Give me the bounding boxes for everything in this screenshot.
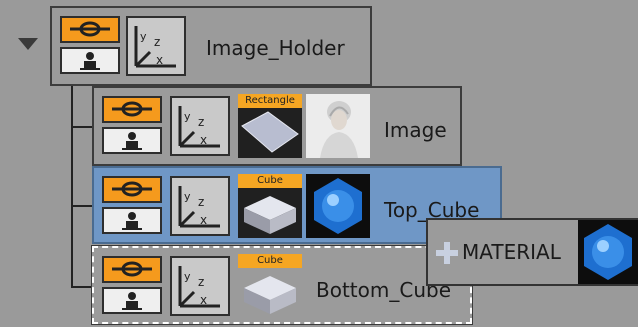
tree-connector-bottom-cube xyxy=(71,286,93,288)
material-sphere-icon xyxy=(578,220,638,284)
axis-x-letter: x xyxy=(156,53,163,67)
portrait-texture-icon[interactable] xyxy=(306,94,370,158)
axis-x-letter: x xyxy=(200,293,207,307)
visibility-toggle-icon[interactable] xyxy=(102,256,162,283)
person-icon[interactable] xyxy=(102,287,162,314)
axis-x-letter: x xyxy=(200,133,207,147)
dragged-material-item[interactable]: MATERIAL xyxy=(426,218,638,286)
axis-z-letter: z xyxy=(198,195,204,209)
visibility-toggle-icon[interactable] xyxy=(102,96,162,123)
person-icon[interactable] xyxy=(102,207,162,234)
geometry-tag: Cube xyxy=(238,174,302,188)
collapse-arrow-icon[interactable] xyxy=(17,36,39,55)
rectangle-geometry-icon[interactable]: Rectangle xyxy=(238,94,302,158)
tree-connector-image xyxy=(71,126,93,128)
axis-z-letter: z xyxy=(154,35,160,49)
axis-y-letter: y xyxy=(140,30,147,43)
geometry-tag: Rectangle xyxy=(238,94,302,108)
node-label: Image_Holder xyxy=(206,36,345,60)
node-label: Image xyxy=(384,118,447,142)
axis-transform-icon[interactable]: y z x xyxy=(126,16,186,76)
tree-node-image[interactable]: y z x Rectangle Image xyxy=(92,86,462,166)
tree-node-image-holder[interactable]: y z x Image_Holder xyxy=(50,6,372,86)
visibility-toggle-icon[interactable] xyxy=(102,176,162,203)
axis-y-letter: y xyxy=(184,110,191,123)
geometry-tag: Cube xyxy=(238,254,302,268)
visibility-toggle-icon[interactable] xyxy=(60,16,120,43)
cube-geometry-icon[interactable]: Cube xyxy=(238,174,302,238)
axis-y-letter: y xyxy=(184,190,191,203)
person-icon[interactable] xyxy=(60,47,120,74)
cube-geometry-icon[interactable]: Cube xyxy=(238,254,302,318)
plus-icon xyxy=(436,242,458,268)
axis-z-letter: z xyxy=(198,275,204,289)
axis-transform-icon[interactable]: y z x xyxy=(170,96,230,156)
axis-z-letter: z xyxy=(198,115,204,129)
person-icon[interactable] xyxy=(102,127,162,154)
axis-transform-icon[interactable]: y z x xyxy=(170,176,230,236)
tree-connector-top-cube xyxy=(71,205,93,207)
drag-item-label: MATERIAL xyxy=(462,240,561,264)
material-sphere-icon[interactable] xyxy=(306,174,370,238)
tree-connector-vertical xyxy=(71,84,73,287)
axis-y-letter: y xyxy=(184,270,191,283)
axis-transform-icon[interactable]: y z x xyxy=(170,256,230,316)
axis-x-letter: x xyxy=(200,213,207,227)
tree-node-bottom-cube[interactable]: y z x Cube Bottom_Cube xyxy=(91,245,473,325)
